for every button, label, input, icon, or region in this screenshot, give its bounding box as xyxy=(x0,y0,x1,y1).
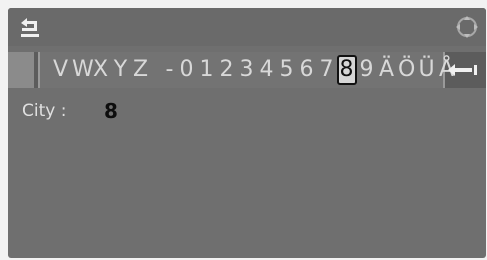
speller-char[interactable]: 0 xyxy=(178,56,196,84)
speller-char[interactable]: 9 xyxy=(358,56,376,84)
speller-char[interactable]: X xyxy=(92,56,110,84)
speller-char[interactable]: W xyxy=(72,56,94,84)
speller-char[interactable]: 1 xyxy=(198,56,216,84)
speller-char[interactable]: Ä xyxy=(378,56,396,84)
speller-char[interactable]: Ö xyxy=(398,56,416,84)
speller-characters: VWXYZ -0123456789ÄÖÜÅ xyxy=(52,55,456,85)
speller-char[interactable]: Ü xyxy=(418,56,436,84)
speller-char[interactable]: V xyxy=(52,56,70,84)
top-bar xyxy=(8,8,486,46)
character-speller[interactable]: VWXYZ -0123456789ÄÖÜÅ xyxy=(38,52,454,88)
controller-knob-icon xyxy=(456,16,478,38)
back-arrow-icon[interactable] xyxy=(18,14,44,40)
speller-char[interactable]: 2 xyxy=(218,56,236,84)
speller-char[interactable]: 6 xyxy=(298,56,316,84)
speller-row: VWXYZ -0123456789ÄÖÜÅ xyxy=(8,52,486,88)
nav-screen: VWXYZ -0123456789ÄÖÜÅ City : 8 xyxy=(8,8,486,258)
speller-char[interactable]: Y xyxy=(112,56,130,84)
speller-char[interactable]: - xyxy=(164,56,176,84)
speller-left-tab xyxy=(8,52,34,88)
speller-char[interactable]: 4 xyxy=(258,56,276,84)
speller-char[interactable]: Z xyxy=(132,56,150,84)
city-label: City : xyxy=(22,101,67,121)
enter-arrow-icon[interactable] xyxy=(446,60,480,80)
speller-selected-char[interactable]: 8 xyxy=(337,55,357,85)
speller-char[interactable]: 7 xyxy=(318,56,336,84)
city-value[interactable]: 8 xyxy=(104,99,118,123)
speller-char[interactable]: 5 xyxy=(278,56,296,84)
speller-char[interactable]: 3 xyxy=(238,56,256,84)
